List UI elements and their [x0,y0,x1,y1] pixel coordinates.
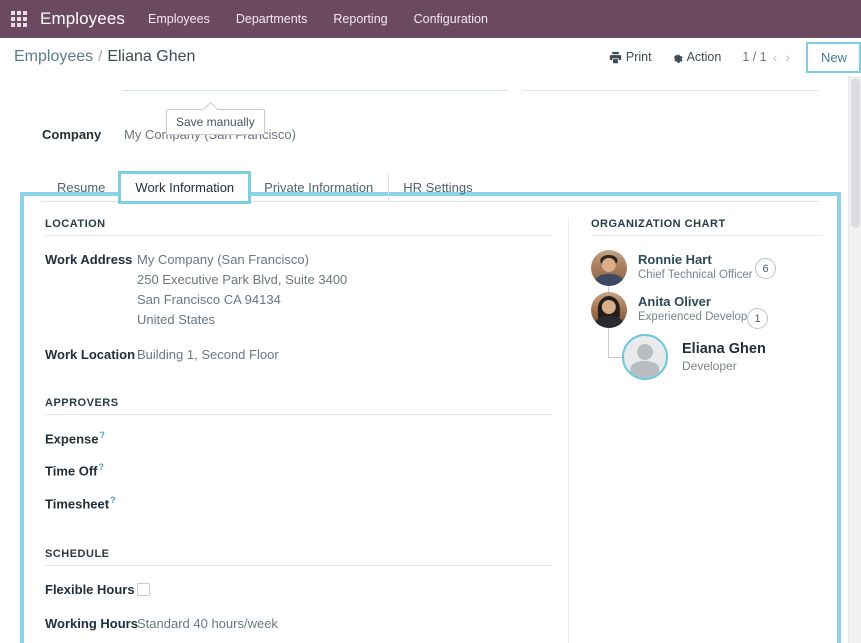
control-panel-actions: Print Action 1 / 1 ‹ › New [600,38,861,76]
org-node-info: Ronnie Hart Chief Technical Officer 6 [638,252,776,284]
avatar[interactable] [622,334,668,380]
work-address-line-4: United States [137,312,216,328]
org-node-subordinate-count-badge[interactable]: 6 [755,258,776,280]
action-button-label: Action [686,50,722,64]
working-hours-value[interactable]: Standard 40 hours/week [137,614,278,634]
pager-count[interactable]: 1 / 1 [730,50,772,64]
org-node-manager[interactable]: Ronnie Hart Chief Technical Officer 6 [591,250,823,286]
avatar[interactable] [591,292,627,328]
location-section-title: LOCATION [45,218,552,236]
field-underline-left [122,90,507,91]
work-address-line-2: 250 Executive Park Blvd, Suite 3400 [137,272,348,288]
org-node-supervisor[interactable]: Anita Oliver Experienced Developer 1 [591,292,823,330]
print-button-label: Print [625,50,652,64]
working-hours-row: Working Hours Standard 40 hours/week [45,614,552,634]
approvers-section-title: APPROVERS [45,397,552,415]
work-location-row: Work Location Building 1, Second Floor [45,345,552,365]
notebook-tabs: Resume Work Information Private Informat… [42,171,819,204]
print-button[interactable]: Print [600,46,661,68]
field-underline-right [522,90,819,91]
work-location-value[interactable]: Building 1, Second Floor [137,345,279,365]
avatar[interactable] [591,250,627,286]
pager-arrows: ‹ › [773,50,800,64]
action-button[interactable]: Action [661,46,731,68]
timeoff-help-icon[interactable]: ? [99,462,105,472]
org-node-current-employee[interactable]: Eliana Ghen Developer [591,334,823,380]
org-node-role: Experienced Developer [638,311,758,324]
schedule-section-title: SCHEDULE [45,548,552,567]
tab-hr-settings[interactable]: HR Settings [388,173,487,202]
tab-resume[interactable]: Resume [42,173,120,202]
breadcrumb-current-record: Eliana Ghen [107,48,196,65]
top-navbar: Employees Employees Departments Reportin… [0,0,861,38]
menu-item-departments[interactable]: Departments [223,2,321,36]
work-address-value[interactable]: My Company (San Francisco) 250 Executive… [137,250,347,331]
expense-approver-label: Expense? [45,429,105,447]
gear-icon [673,54,683,63]
new-button[interactable]: New [805,41,861,73]
breadcrumb-separator: / [98,48,103,65]
flexible-hours-row: Flexible Hours [45,580,552,602]
scrollbar-thumb[interactable] [851,78,860,228]
save-manually-tooltip: Save manually [166,109,265,135]
flexible-hours-label: Flexible Hours [45,582,135,598]
tab-private-information[interactable]: Private Information [249,173,388,202]
main-menu: Employees Departments Reporting Configur… [135,2,501,36]
expense-approver-row: Expense? [45,429,552,449]
cut-off-field-row [42,76,819,94]
org-node-name: Eliana Ghen [682,340,766,357]
work-location-label: Work Location [45,346,136,362]
chevron-right-icon[interactable]: › [785,50,790,64]
timesheet-help-icon[interactable]: ? [110,495,116,505]
timesheet-approver-label: Timesheet? [45,494,116,511]
company-field-label: Company [42,127,102,142]
vertical-scrollbar[interactable] [848,76,861,643]
timeoff-approver-row: Time Off? [45,461,552,481]
working-hours-label: Working Hours [45,616,138,632]
org-node-subordinate-count-badge[interactable]: 1 [747,308,768,330]
work-address-row: Work Address My Company (San Francisco) … [45,250,552,331]
work-info-left-column: LOCATION Work Address My Company (San Fr… [24,218,569,643]
chevron-left-icon[interactable]: ‹ [773,50,778,64]
timesheet-approver-row: Timesheet? [45,494,552,514]
org-node-name: Ronnie Hart [638,252,712,268]
timeoff-approver-label: Time Off? [45,462,105,479]
menu-item-configuration[interactable]: Configuration [401,2,501,36]
org-node-info: Anita Oliver Experienced Developer 1 [638,294,768,330]
breadcrumb-root-link[interactable]: Employees [14,48,93,66]
printer-icon [609,51,622,63]
expense-help-icon[interactable]: ? [99,430,105,440]
org-chart-section-title: ORGANIZATION CHART [591,218,823,236]
organization-chart-panel: ORGANIZATION CHART Ronnie Hart Chief Tec… [569,218,837,643]
apps-grid-icon[interactable] [8,8,30,30]
work-address-line-3: San Francisco CA 94134 [137,292,281,308]
control-panel: Employees / Eliana Ghen Print Action 1 /… [0,38,861,76]
flexible-hours-checkbox[interactable] [137,583,150,597]
menu-item-reporting[interactable]: Reporting [320,2,400,36]
form-sheet: Save manually Company My Company (San Fr… [0,76,861,643]
tab-work-information[interactable]: Work Information [118,171,252,204]
work-information-panel: LOCATION Work Address My Company (San Fr… [20,192,841,643]
app-brand-title[interactable]: Employees [36,9,135,29]
work-address-line-1: My Company (San Francisco) [137,252,309,267]
org-node-role: Developer [682,358,737,373]
org-node-name: Anita Oliver [638,294,711,310]
org-node-role: Chief Technical Officer [638,269,753,282]
menu-item-employees[interactable]: Employees [135,2,223,36]
breadcrumb: Employees / Eliana Ghen [14,48,195,66]
org-node-info: Eliana Ghen Developer [682,340,766,374]
work-address-label: Work Address [45,252,133,267]
